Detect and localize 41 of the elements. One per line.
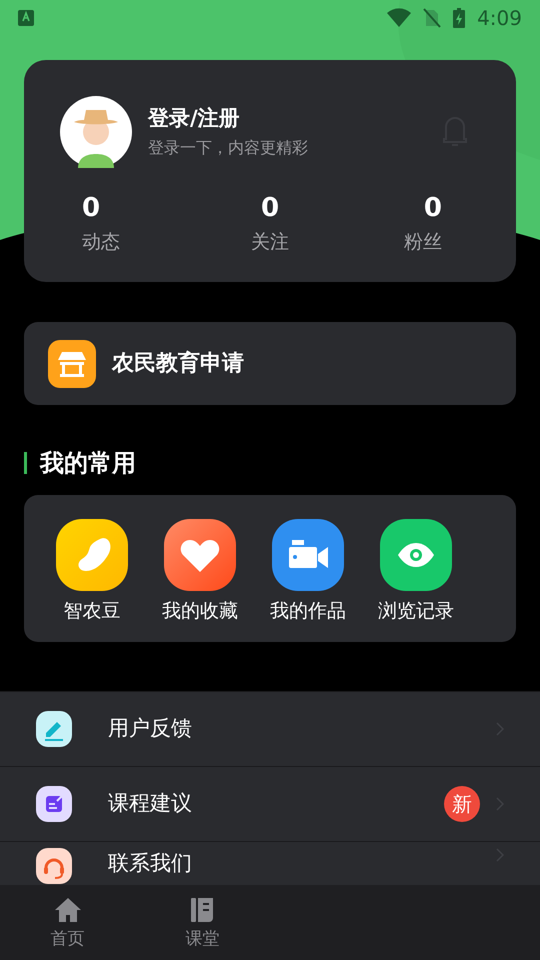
shortcut-label[interactable]: 我的作品 — [270, 597, 346, 626]
stat-label[interactable]: 关注 — [251, 228, 289, 256]
note-icon — [36, 786, 72, 822]
stat-label[interactable]: 动态 — [82, 228, 120, 256]
headset-icon — [36, 848, 72, 884]
video-camera-icon — [272, 519, 344, 591]
nav-label: 首页 — [50, 928, 84, 951]
section-accent-bar — [24, 452, 27, 474]
stat-value: 0 — [82, 192, 100, 224]
home-icon — [52, 895, 82, 925]
battery-icon — [453, 8, 466, 28]
stat-label[interactable]: 粉丝 — [404, 228, 442, 256]
nav-tab[interactable]: 首页 — [0, 885, 135, 960]
eye-icon — [380, 519, 452, 591]
section-title: 我的常用 — [40, 448, 136, 479]
no-sim-icon — [423, 8, 442, 28]
shortcut-label[interactable]: 我的收藏 — [162, 597, 238, 626]
login-subtitle: 登录一下，内容更精彩 — [148, 137, 309, 159]
menu-label: 课程建议 — [108, 790, 193, 818]
stat-value: 0 — [424, 192, 442, 224]
shortcut-label[interactable]: 浏览记录 — [378, 597, 454, 626]
avatar[interactable] — [60, 96, 132, 168]
bean-icon — [56, 519, 128, 591]
status-time: 4:09 — [477, 5, 522, 32]
shortcut-label[interactable]: 智农豆 — [64, 597, 120, 626]
menu-row[interactable]: 联系我们 — [0, 841, 540, 885]
nav-label: 课堂 — [186, 928, 220, 951]
login-title[interactable]: 登录/注册 — [148, 104, 442, 132]
wifi-icon — [387, 8, 412, 28]
stall-icon — [48, 340, 96, 388]
menu-row[interactable]: 课程建议 新 — [0, 766, 540, 841]
application-card[interactable]: 农民教育申请 — [24, 322, 516, 405]
application-label: 农民教育申请 — [112, 350, 244, 378]
new-badge: 新 — [444, 786, 480, 822]
pen-icon — [36, 711, 72, 747]
nav-tab[interactable]: 课堂 — [135, 885, 270, 960]
menu-row[interactable]: 用户反馈 — [0, 691, 540, 766]
keyboard-app-icon — [18, 10, 34, 26]
menu-label: 用户反馈 — [108, 715, 193, 742]
menu-label: 联系我们 — [108, 850, 193, 877]
stat-value: 0 — [260, 192, 280, 224]
